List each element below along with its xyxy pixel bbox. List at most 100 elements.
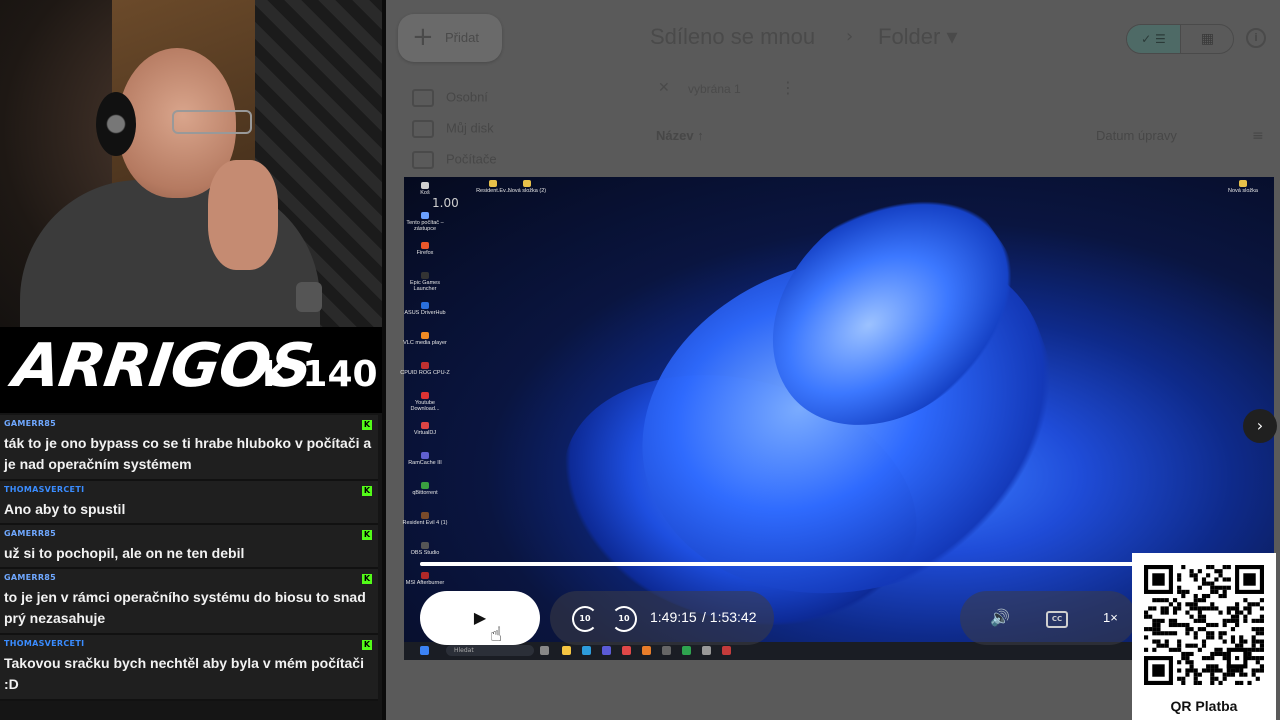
qr-module bbox=[1164, 610, 1169, 615]
qr-module bbox=[1239, 635, 1244, 640]
taskbar-app-icon bbox=[622, 646, 631, 655]
qr-module bbox=[1251, 643, 1256, 648]
grid-view-icon[interactable]: ▦ bbox=[1180, 25, 1233, 53]
qr-module bbox=[1144, 610, 1149, 615]
qr-module bbox=[1210, 602, 1215, 607]
desktop-icon-label: CPUID ROG CPU-Z bbox=[400, 370, 450, 376]
taskbar-app-icon bbox=[562, 646, 571, 655]
rewind-10-icon[interactable]: 10 bbox=[572, 606, 598, 632]
webcam-watch bbox=[296, 282, 322, 312]
chat-message: THOMASVERCETI K Ano aby to spustil bbox=[0, 481, 378, 525]
desktop-icon[interactable]: Koš bbox=[400, 182, 450, 196]
qr-module bbox=[1251, 639, 1256, 644]
qr-module bbox=[1218, 680, 1223, 685]
desktop-app-icon bbox=[421, 272, 429, 279]
desktop-app-icon bbox=[421, 332, 429, 339]
qr-module bbox=[1189, 651, 1194, 657]
desktop-icon[interactable]: ASUS DriverHub bbox=[400, 302, 450, 316]
desktop-icon[interactable]: VLC media player bbox=[400, 332, 450, 346]
desktop-icon[interactable]: Firefox bbox=[400, 242, 450, 256]
qr-module bbox=[1206, 606, 1211, 611]
qr-module bbox=[1177, 647, 1182, 652]
desktop-icon[interactable]: Youtube Download... bbox=[400, 392, 450, 412]
desktop-icon[interactable]: Resident Evil 4 (1) bbox=[400, 512, 450, 526]
qr-module bbox=[1152, 622, 1157, 628]
qr-module bbox=[1247, 680, 1252, 685]
qr-module bbox=[1193, 602, 1198, 607]
column-header-date[interactable]: Datum úpravy bbox=[1096, 128, 1177, 143]
qr-module bbox=[1222, 622, 1227, 628]
qr-module bbox=[1197, 569, 1202, 574]
qr-module bbox=[1201, 593, 1207, 599]
desktop-icon[interactable]: MSI Afterburner bbox=[400, 572, 450, 586]
qr-module bbox=[1181, 622, 1186, 628]
qr-module bbox=[1172, 618, 1178, 623]
play-button[interactable]: ▶ bbox=[420, 591, 540, 645]
desktop-app-icon bbox=[421, 242, 429, 249]
desktop-icon[interactable]: RamCache III bbox=[400, 452, 450, 466]
qr-label: QR Platba bbox=[1170, 698, 1238, 714]
desktop-icon-label: Epic Games Launcher bbox=[410, 280, 440, 292]
breadcrumb-current-folder[interactable]: Folder ▾ bbox=[878, 24, 958, 50]
drive-icon bbox=[412, 120, 434, 138]
qr-module bbox=[1201, 606, 1207, 611]
info-icon[interactable]: i bbox=[1246, 28, 1266, 48]
qr-module bbox=[1193, 618, 1198, 623]
qr-module bbox=[1222, 585, 1227, 590]
more-icon[interactable]: ⋮ bbox=[780, 78, 796, 97]
list-view-icon[interactable]: ✓ ☰ bbox=[1127, 25, 1180, 53]
desktop-app-icon bbox=[421, 452, 429, 459]
desktop-app-icon bbox=[421, 212, 429, 219]
qr-module bbox=[1210, 651, 1215, 657]
column-header-name[interactable]: Název ↑ bbox=[656, 128, 704, 143]
qr-module bbox=[1255, 668, 1260, 673]
qr-module bbox=[1181, 656, 1186, 661]
nav-item-personal[interactable]: Osobní bbox=[412, 89, 488, 107]
qr-module bbox=[1247, 647, 1252, 652]
desktop-icon[interactable]: qBittorrent bbox=[400, 482, 450, 496]
desktop-app-icon bbox=[421, 422, 429, 429]
nav-item-computers[interactable]: Počítače bbox=[412, 151, 497, 169]
desktop-icon[interactable]: Epic Games Launcher bbox=[400, 272, 450, 292]
qr-module bbox=[1259, 664, 1264, 669]
chat-message: GAMERR85 K ták to je ono bypass co se ti… bbox=[0, 415, 378, 481]
qr-module bbox=[1218, 585, 1223, 590]
qr-module bbox=[1214, 589, 1219, 594]
qr-module bbox=[1235, 606, 1240, 611]
qr-module bbox=[1214, 606, 1219, 611]
captions-icon[interactable]: CC bbox=[1046, 611, 1068, 628]
nav-item-my-drive[interactable]: Můj disk bbox=[412, 120, 494, 138]
desktop-icon[interactable]: OBS Studio bbox=[400, 542, 450, 556]
desktop-icon[interactable]: Tento počítač – zástupce bbox=[400, 212, 450, 232]
qr-module bbox=[1160, 631, 1165, 636]
qr-module bbox=[1259, 643, 1264, 648]
desktop-icon[interactable]: Nová složka (2) bbox=[502, 180, 552, 194]
breadcrumb-shared-with-me[interactable]: Sdíleno se mnou bbox=[650, 24, 815, 50]
qr-module bbox=[1189, 660, 1194, 665]
volume-icon[interactable]: 🔊 bbox=[990, 608, 1010, 627]
desktop-icon[interactable]: Nová složka bbox=[1218, 180, 1268, 194]
qr-module bbox=[1152, 627, 1157, 632]
desktop-icon-label: MSI Afterburner bbox=[405, 580, 445, 586]
qr-module bbox=[1160, 606, 1165, 611]
qr-module bbox=[1230, 614, 1236, 619]
desktop-icon-label: Koš bbox=[420, 190, 430, 196]
qr-module bbox=[1193, 676, 1198, 681]
forward-10-icon[interactable]: 10 bbox=[611, 606, 637, 632]
qr-module bbox=[1222, 672, 1227, 677]
qr-module bbox=[1222, 577, 1227, 582]
qr-module bbox=[1230, 606, 1236, 611]
next-file-icon[interactable]: › bbox=[1243, 409, 1277, 443]
playback-speed[interactable]: 1× bbox=[1103, 610, 1118, 625]
qr-module bbox=[1210, 622, 1215, 628]
qr-module bbox=[1230, 635, 1236, 640]
qr-module bbox=[1201, 618, 1207, 623]
breadcrumb-separator-icon: › bbox=[846, 26, 854, 47]
sort-icon[interactable]: ≡ bbox=[1252, 128, 1264, 144]
qr-module bbox=[1210, 585, 1215, 590]
qr-module bbox=[1189, 664, 1194, 669]
qr-module bbox=[1210, 672, 1215, 677]
desktop-icon[interactable]: CPUID ROG CPU-Z bbox=[400, 362, 450, 376]
close-icon[interactable]: ✕ bbox=[658, 80, 670, 96]
desktop-icon[interactable]: VirtualDJ bbox=[400, 422, 450, 436]
